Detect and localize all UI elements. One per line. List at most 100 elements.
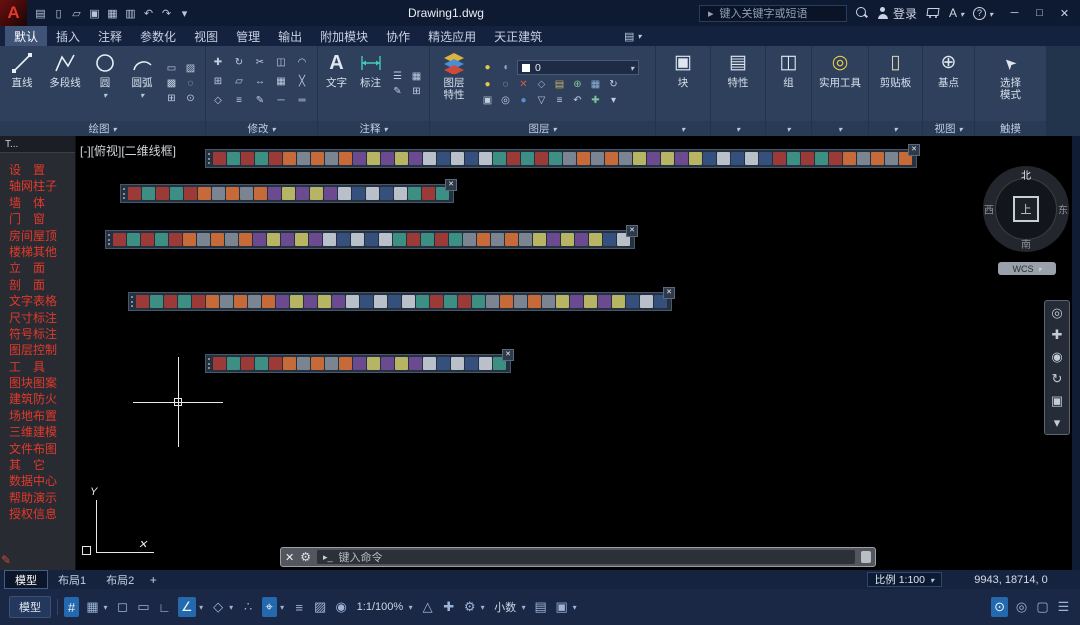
command-line[interactable]: ✕ ⚙ ▸_ 键入命令 bbox=[280, 547, 876, 567]
erase-icon[interactable]: ╳ bbox=[294, 75, 311, 89]
panel-block-strip[interactable] bbox=[656, 121, 710, 136]
table-icon[interactable]: ▦ bbox=[408, 69, 425, 83]
toolbar-button[interactable] bbox=[164, 295, 177, 308]
toolbar-button[interactable] bbox=[857, 152, 870, 165]
layer-merge-icon[interactable]: ▽ bbox=[533, 93, 550, 107]
units-label[interactable]: 小数 bbox=[492, 597, 518, 617]
move-icon[interactable]: ✚ bbox=[210, 56, 227, 70]
toolbar-button[interactable] bbox=[394, 187, 407, 200]
clean-screen-icon[interactable]: ▢ bbox=[1035, 597, 1050, 617]
toolbar-button[interactable] bbox=[380, 187, 393, 200]
polar-tracking-icon[interactable]: ∠ bbox=[178, 597, 196, 617]
qat-dropdown-icon[interactable]: ▾ bbox=[176, 4, 193, 22]
toolbar-button[interactable] bbox=[647, 152, 660, 165]
toolbar-button[interactable] bbox=[458, 295, 471, 308]
toolbar-button[interactable] bbox=[598, 295, 611, 308]
toolbar-button[interactable] bbox=[241, 152, 254, 165]
toolbar-button[interactable] bbox=[379, 233, 392, 246]
layer-delete-icon[interactable]: ✕ bbox=[515, 77, 532, 91]
toolbar-button[interactable] bbox=[297, 152, 310, 165]
compass-east-label[interactable]: 东 bbox=[1058, 202, 1068, 217]
toolbar-button[interactable] bbox=[556, 295, 569, 308]
toolbar-button[interactable] bbox=[472, 295, 485, 308]
isolate-objects-icon[interactable]: ⊙ bbox=[991, 597, 1008, 617]
toolbar-button[interactable] bbox=[507, 152, 520, 165]
toolbar-button[interactable] bbox=[213, 152, 226, 165]
toolbar-button[interactable] bbox=[226, 187, 239, 200]
compass-north-label[interactable]: 北 bbox=[1021, 167, 1031, 182]
toolbar-button[interactable] bbox=[437, 152, 450, 165]
redo-icon[interactable]: ↷ bbox=[158, 4, 175, 22]
panel-clipboard-strip[interactable] bbox=[869, 121, 922, 136]
layer-state-icon[interactable]: ▣ bbox=[479, 93, 496, 107]
toolbar-button[interactable] bbox=[184, 187, 197, 200]
toolbar-button[interactable] bbox=[346, 295, 359, 308]
leader-icon[interactable]: ☰ bbox=[389, 69, 406, 83]
snap-toggle-icon[interactable]: ▦ bbox=[85, 597, 100, 617]
toolbar-button[interactable] bbox=[535, 152, 548, 165]
toolbar-button[interactable] bbox=[533, 233, 546, 246]
save-icon[interactable]: ▣ bbox=[86, 4, 103, 22]
toolbar-button[interactable] bbox=[591, 152, 604, 165]
isodraft-icon[interactable]: ◇ bbox=[211, 597, 226, 617]
toolbar-button[interactable] bbox=[689, 152, 702, 165]
layer-add-icon[interactable]: ✚ bbox=[587, 93, 604, 107]
toolbar-button[interactable] bbox=[640, 295, 653, 308]
trim-icon[interactable]: ✂ bbox=[252, 56, 269, 70]
toolbar-button[interactable] bbox=[437, 357, 450, 370]
toolbar-button[interactable] bbox=[449, 233, 462, 246]
infer-constraints-icon[interactable]: ◻ bbox=[115, 597, 130, 617]
stretch-icon[interactable]: ↔ bbox=[252, 75, 269, 89]
toolbar-button[interactable] bbox=[290, 295, 303, 308]
toolbar-button[interactable] bbox=[514, 295, 527, 308]
toolbar-button[interactable] bbox=[444, 295, 457, 308]
toolbar-button[interactable] bbox=[248, 295, 261, 308]
layer-restore-icon[interactable]: ↻ bbox=[605, 77, 622, 91]
arc-button[interactable]: 圆弧 bbox=[123, 48, 161, 119]
toolbar-button[interactable] bbox=[365, 233, 378, 246]
toolbar-button[interactable] bbox=[563, 152, 576, 165]
units-dropdown-icon[interactable]: ▾ bbox=[520, 597, 527, 617]
toolbar-button[interactable] bbox=[211, 233, 224, 246]
toolbar-button[interactable] bbox=[500, 295, 513, 308]
toolbar-button[interactable] bbox=[213, 357, 226, 370]
toolbar-button[interactable] bbox=[451, 152, 464, 165]
lock-ui-icon[interactable]: ▣ bbox=[554, 597, 569, 617]
toolbar-button[interactable] bbox=[408, 187, 421, 200]
toolbar-button[interactable] bbox=[282, 187, 295, 200]
rectangle-icon[interactable]: ▭ bbox=[163, 62, 180, 76]
toolbar-button[interactable] bbox=[127, 233, 140, 246]
toolbar-button[interactable] bbox=[633, 152, 646, 165]
toolbar-button[interactable] bbox=[407, 233, 420, 246]
toolbar-button[interactable] bbox=[353, 152, 366, 165]
polyline-button[interactable]: 多段线 bbox=[43, 48, 87, 119]
toolbar-button[interactable] bbox=[281, 233, 294, 246]
toolbar-button[interactable] bbox=[423, 357, 436, 370]
viewcube-top-face[interactable]: 上 bbox=[1013, 196, 1039, 222]
toolbar-button[interactable] bbox=[717, 152, 730, 165]
toolbar-button[interactable] bbox=[227, 152, 240, 165]
toolbar-button[interactable] bbox=[675, 152, 688, 165]
toolbar-button[interactable] bbox=[801, 152, 814, 165]
toolbar-button[interactable] bbox=[142, 187, 155, 200]
line-button[interactable]: 直线 bbox=[3, 48, 41, 119]
lock-ui-dropdown-icon[interactable]: ▾ bbox=[571, 597, 578, 617]
compass-west-label[interactable]: 西 bbox=[984, 202, 994, 217]
scale-icon[interactable]: ▱ bbox=[231, 75, 248, 89]
toolbar-button[interactable] bbox=[323, 233, 336, 246]
toolbar-button[interactable] bbox=[332, 295, 345, 308]
toolbar-button[interactable] bbox=[304, 295, 317, 308]
toolbar-button[interactable] bbox=[402, 295, 415, 308]
viewport-controls[interactable]: [-][俯视][二维线框] bbox=[80, 142, 176, 159]
command-close-icon[interactable]: ✕ bbox=[285, 551, 294, 564]
copy-icon[interactable]: ⊞ bbox=[210, 75, 227, 89]
panel-properties-strip[interactable] bbox=[711, 121, 765, 136]
toolbar-button[interactable] bbox=[577, 152, 590, 165]
toolbar-button[interactable] bbox=[268, 187, 281, 200]
drawing-canvas[interactable]: [-][俯视][二维线框] Y ✕ 上 北 南 西 东 WCS ▾ ◎ ✚ ◉ … bbox=[76, 136, 1072, 570]
sidebar-title[interactable]: T... bbox=[0, 136, 75, 153]
properties-button[interactable]: ▤ 特性 bbox=[723, 48, 753, 119]
toolbar-button[interactable] bbox=[324, 187, 337, 200]
toolbar-button[interactable] bbox=[367, 357, 380, 370]
panel-modify-strip[interactable]: 修改 bbox=[206, 121, 317, 136]
